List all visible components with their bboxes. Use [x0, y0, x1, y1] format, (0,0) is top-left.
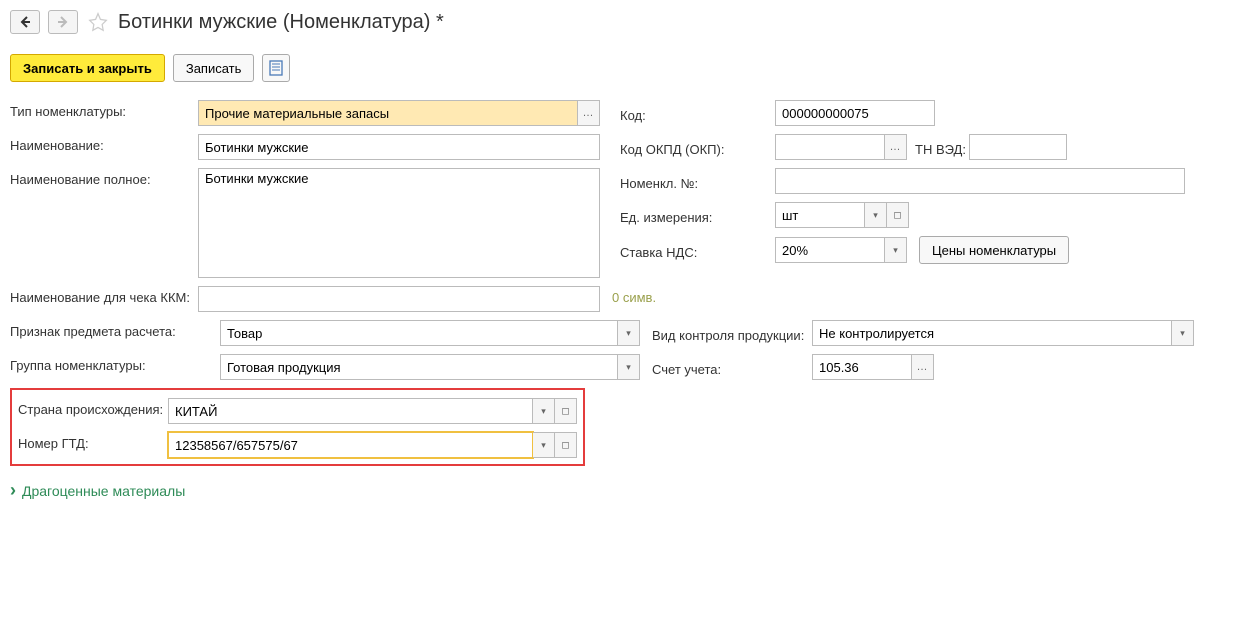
- group-input[interactable]: [220, 354, 618, 380]
- name-input[interactable]: [198, 134, 600, 160]
- save-button[interactable]: Записать: [173, 54, 255, 82]
- gtd-open-button[interactable]: [555, 432, 577, 458]
- tnved-label: ТН ВЭД:: [907, 138, 969, 157]
- okpd-input[interactable]: [775, 134, 885, 160]
- country-open-button[interactable]: [555, 398, 577, 424]
- account-input[interactable]: [812, 354, 912, 380]
- group-dropdown-button[interactable]: [618, 354, 640, 380]
- prices-button[interactable]: Цены номенклатуры: [919, 236, 1069, 264]
- favorite-star-icon[interactable]: [86, 10, 110, 34]
- vat-label: Ставка НДС:: [620, 241, 775, 260]
- nav-forward-button: [48, 10, 78, 34]
- gtd-input[interactable]: [168, 432, 533, 458]
- precious-materials-label: Драгоценные материалы: [22, 483, 185, 499]
- fullname-textarea[interactable]: [198, 168, 600, 278]
- kkm-hint: 0 симв.: [612, 286, 656, 305]
- highlight-region: Страна происхождения: Номер ГТД:: [10, 388, 585, 466]
- unit-dropdown-button[interactable]: [865, 202, 887, 228]
- nav-back-button[interactable]: [10, 10, 40, 34]
- subject-input[interactable]: [220, 320, 618, 346]
- tnved-input[interactable]: [969, 134, 1067, 160]
- unit-open-button[interactable]: [887, 202, 909, 228]
- kkm-input[interactable]: [198, 286, 600, 312]
- precious-materials-section[interactable]: Драгоценные материалы: [10, 480, 1249, 501]
- control-label: Вид контроля продукции:: [652, 324, 812, 343]
- subject-dropdown-button[interactable]: [618, 320, 640, 346]
- type-input[interactable]: [198, 100, 578, 126]
- account-picker-button[interactable]: …: [912, 354, 934, 380]
- type-picker-button[interactable]: …: [578, 100, 600, 126]
- vat-dropdown-button[interactable]: [885, 237, 907, 263]
- country-input[interactable]: [168, 398, 533, 424]
- nomnum-label: Номенкл. №:: [620, 172, 775, 191]
- page-title: Ботинки мужские (Номенклатура) *: [118, 11, 444, 34]
- code-label: Код:: [620, 104, 775, 123]
- gtd-dropdown-button[interactable]: [533, 432, 555, 458]
- country-dropdown-button[interactable]: [533, 398, 555, 424]
- type-label: Тип номенклатуры:: [10, 100, 198, 119]
- unit-label: Ед. измерения:: [620, 206, 775, 225]
- country-label: Страна происхождения:: [18, 398, 168, 417]
- account-label: Счет учета:: [652, 358, 812, 377]
- code-input[interactable]: [775, 100, 935, 126]
- name-label: Наименование:: [10, 134, 198, 153]
- kkm-label: Наименование для чека ККМ:: [10, 286, 198, 305]
- nomnum-input[interactable]: [775, 168, 1185, 194]
- fullname-label: Наименование полное:: [10, 168, 198, 187]
- control-dropdown-button[interactable]: [1172, 320, 1194, 346]
- vat-input[interactable]: [775, 237, 885, 263]
- gtd-label: Номер ГТД:: [18, 432, 168, 451]
- okpd-picker-button[interactable]: …: [885, 134, 907, 160]
- control-input[interactable]: [812, 320, 1172, 346]
- save-close-button[interactable]: Записать и закрыть: [10, 54, 165, 82]
- okpd-label: Код ОКПД (ОКП):: [620, 138, 775, 157]
- subject-label: Признак предмета расчета:: [10, 320, 220, 339]
- unit-input[interactable]: [775, 202, 865, 228]
- group-label: Группа номенклатуры:: [10, 354, 220, 373]
- report-icon-button[interactable]: [262, 54, 290, 82]
